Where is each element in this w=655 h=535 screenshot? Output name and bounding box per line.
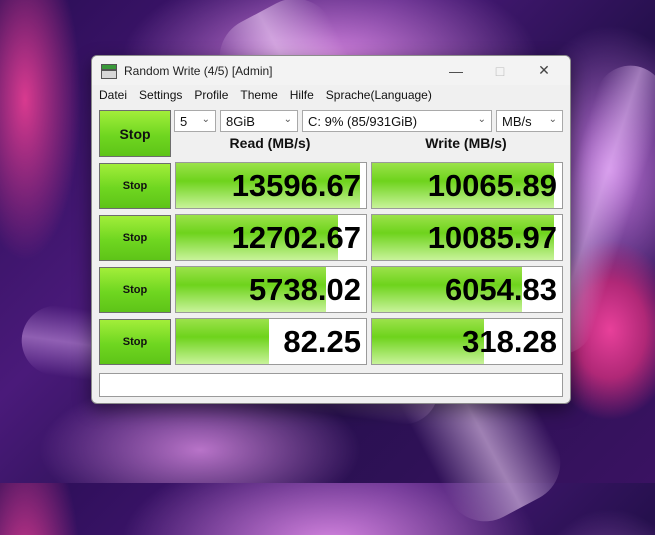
close-icon[interactable]: ✕ [522, 56, 566, 85]
drive-value: C: 9% (85/931GiB) [308, 113, 418, 129]
row-2-read-cell: 12702.67 [175, 214, 367, 261]
app-icon [101, 63, 117, 79]
menu-bar: Datei Settings Profile Theme Hilfe Sprac… [92, 85, 570, 105]
test-count-select[interactable]: 5 ⌄ [174, 110, 216, 132]
status-bar [99, 373, 563, 397]
unit-select[interactable]: MB/s ⌄ [496, 110, 563, 132]
stop-all-button[interactable]: Stop [99, 110, 171, 157]
chevron-down-icon: ⌄ [477, 114, 486, 125]
menu-hilfe[interactable]: Hilfe [284, 88, 320, 102]
menu-datei[interactable]: Datei [93, 88, 133, 102]
row-1-write-cell: 10065.89 [371, 162, 563, 209]
write-value: 10085.97 [427, 219, 557, 255]
test-size-value: 8GiB [226, 113, 255, 129]
title-bar[interactable]: Random Write (4/5) [Admin] — □ ✕ [92, 56, 570, 85]
menu-language[interactable]: Sprache(Language) [320, 88, 438, 102]
read-value: 12702.67 [231, 219, 361, 255]
menu-profile[interactable]: Profile [188, 88, 234, 102]
write-value: 318.28 [462, 323, 557, 359]
row-2-stop-button[interactable]: Stop [99, 215, 171, 261]
crystaldiskmark-window: Random Write (4/5) [Admin] — □ ✕ Datei S… [91, 55, 571, 404]
row-4-read-cell: 82.25 [175, 318, 367, 365]
window-title: Random Write (4/5) [Admin] [124, 63, 273, 78]
write-value: 6054.83 [444, 271, 557, 307]
menu-theme[interactable]: Theme [234, 88, 283, 102]
row-4-stop-button[interactable]: Stop [99, 319, 171, 365]
write-column-header: Write (MB/s) [425, 135, 507, 151]
menu-settings[interactable]: Settings [133, 88, 188, 102]
test-size-select[interactable]: 8GiB ⌄ [220, 110, 298, 132]
row-3-read-cell: 5738.02 [175, 266, 367, 313]
row-2-write-cell: 10085.97 [371, 214, 563, 261]
write-value: 10065.89 [427, 167, 557, 203]
row-4-write-cell: 318.28 [371, 318, 563, 365]
read-value: 13596.67 [231, 167, 361, 203]
drive-select[interactable]: C: 9% (85/931GiB) ⌄ [302, 110, 492, 132]
unit-value: MB/s [502, 113, 532, 129]
chevron-down-icon: ⌄ [201, 114, 210, 125]
maximize-icon[interactable]: □ [478, 56, 522, 85]
read-value: 5738.02 [248, 271, 361, 307]
read-value: 82.25 [283, 323, 361, 359]
minimize-icon[interactable]: — [434, 56, 478, 85]
benchmark-panel: Stop 5 ⌄ 8GiB ⌄ C: 9% (85/931GiB) ⌄ MB/s… [92, 105, 570, 403]
row-1-read-cell: 13596.67 [175, 162, 367, 209]
row-3-write-cell: 6054.83 [371, 266, 563, 313]
row-3-stop-button[interactable]: Stop [99, 267, 171, 313]
row-1-stop-button[interactable]: Stop [99, 163, 171, 209]
chevron-down-icon: ⌄ [283, 114, 292, 125]
chevron-down-icon: ⌄ [548, 114, 557, 125]
read-column-header: Read (MB/s) [229, 135, 311, 151]
test-count-value: 5 [180, 113, 188, 129]
read-progress-fill [176, 319, 270, 364]
